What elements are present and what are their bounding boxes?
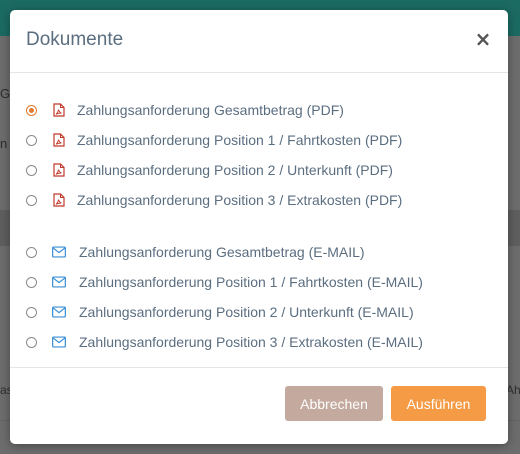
pdf-file-icon — [52, 103, 66, 117]
radio-button[interactable] — [26, 134, 37, 146]
option-label: Zahlungsanforderung Gesamtbetrag (E-MAIL… — [79, 244, 365, 260]
option-label: Zahlungsanforderung Position 2 / Unterku… — [77, 162, 393, 178]
cancel-button[interactable]: Abbrechen — [285, 386, 383, 421]
close-button[interactable]: × — [472, 26, 494, 52]
pdf-file-icon — [52, 133, 66, 147]
dialog-header: Dokumente × — [10, 10, 508, 73]
option-pdf-position-1[interactable]: Zahlungsanforderung Position 1 / Fahrtko… — [26, 129, 402, 151]
option-email-position-3[interactable]: Zahlungsanforderung Position 3 / Extrako… — [26, 331, 423, 353]
radio-button[interactable] — [26, 336, 37, 348]
documents-dialog: Dokumente × Zahlungsanforderung Gesamtbe… — [10, 10, 508, 444]
pdf-file-icon — [52, 193, 66, 207]
radio-button[interactable] — [26, 104, 37, 116]
radio-button[interactable] — [26, 306, 37, 318]
radio-button[interactable] — [26, 194, 37, 206]
radio-button[interactable] — [26, 164, 37, 176]
dialog-footer: Abbrechen Ausführen — [10, 367, 508, 445]
option-label: Zahlungsanforderung Position 3 / Extrako… — [79, 334, 423, 350]
execute-button[interactable]: Ausführen — [391, 386, 486, 421]
option-label: Zahlungsanforderung Position 1 / Fahrtko… — [79, 274, 423, 290]
dialog-title: Dokumente — [26, 29, 124, 50]
option-email-position-2[interactable]: Zahlungsanforderung Position 2 / Unterku… — [26, 301, 414, 323]
background-text-fragment: n — [0, 136, 8, 151]
option-pdf-position-2[interactable]: Zahlungsanforderung Position 2 / Unterku… — [26, 159, 393, 181]
option-label: Zahlungsanforderung Position 3 / Extrako… — [77, 192, 403, 208]
background-text-fragment: Ah — [506, 383, 520, 397]
radio-button[interactable] — [26, 246, 37, 258]
envelope-icon — [52, 275, 66, 289]
option-pdf-position-3[interactable]: Zahlungsanforderung Position 3 / Extrako… — [26, 189, 402, 211]
pdf-file-icon — [52, 163, 66, 177]
option-pdf-total[interactable]: Zahlungsanforderung Gesamtbetrag (PDF) — [26, 99, 344, 121]
envelope-icon — [52, 305, 66, 319]
envelope-icon — [52, 335, 66, 349]
dialog-body: Zahlungsanforderung Gesamtbetrag (PDF) Z… — [10, 73, 508, 367]
option-label: Zahlungsanforderung Gesamtbetrag (PDF) — [77, 102, 344, 118]
option-email-position-1[interactable]: Zahlungsanforderung Position 1 / Fahrtko… — [26, 271, 423, 293]
option-label: Zahlungsanforderung Position 1 / Fahrtko… — [77, 132, 403, 148]
envelope-icon — [52, 245, 66, 259]
option-email-total[interactable]: Zahlungsanforderung Gesamtbetrag (E-MAIL… — [26, 241, 365, 263]
option-label: Zahlungsanforderung Position 2 / Unterku… — [79, 304, 414, 320]
radio-button[interactable] — [26, 276, 37, 288]
